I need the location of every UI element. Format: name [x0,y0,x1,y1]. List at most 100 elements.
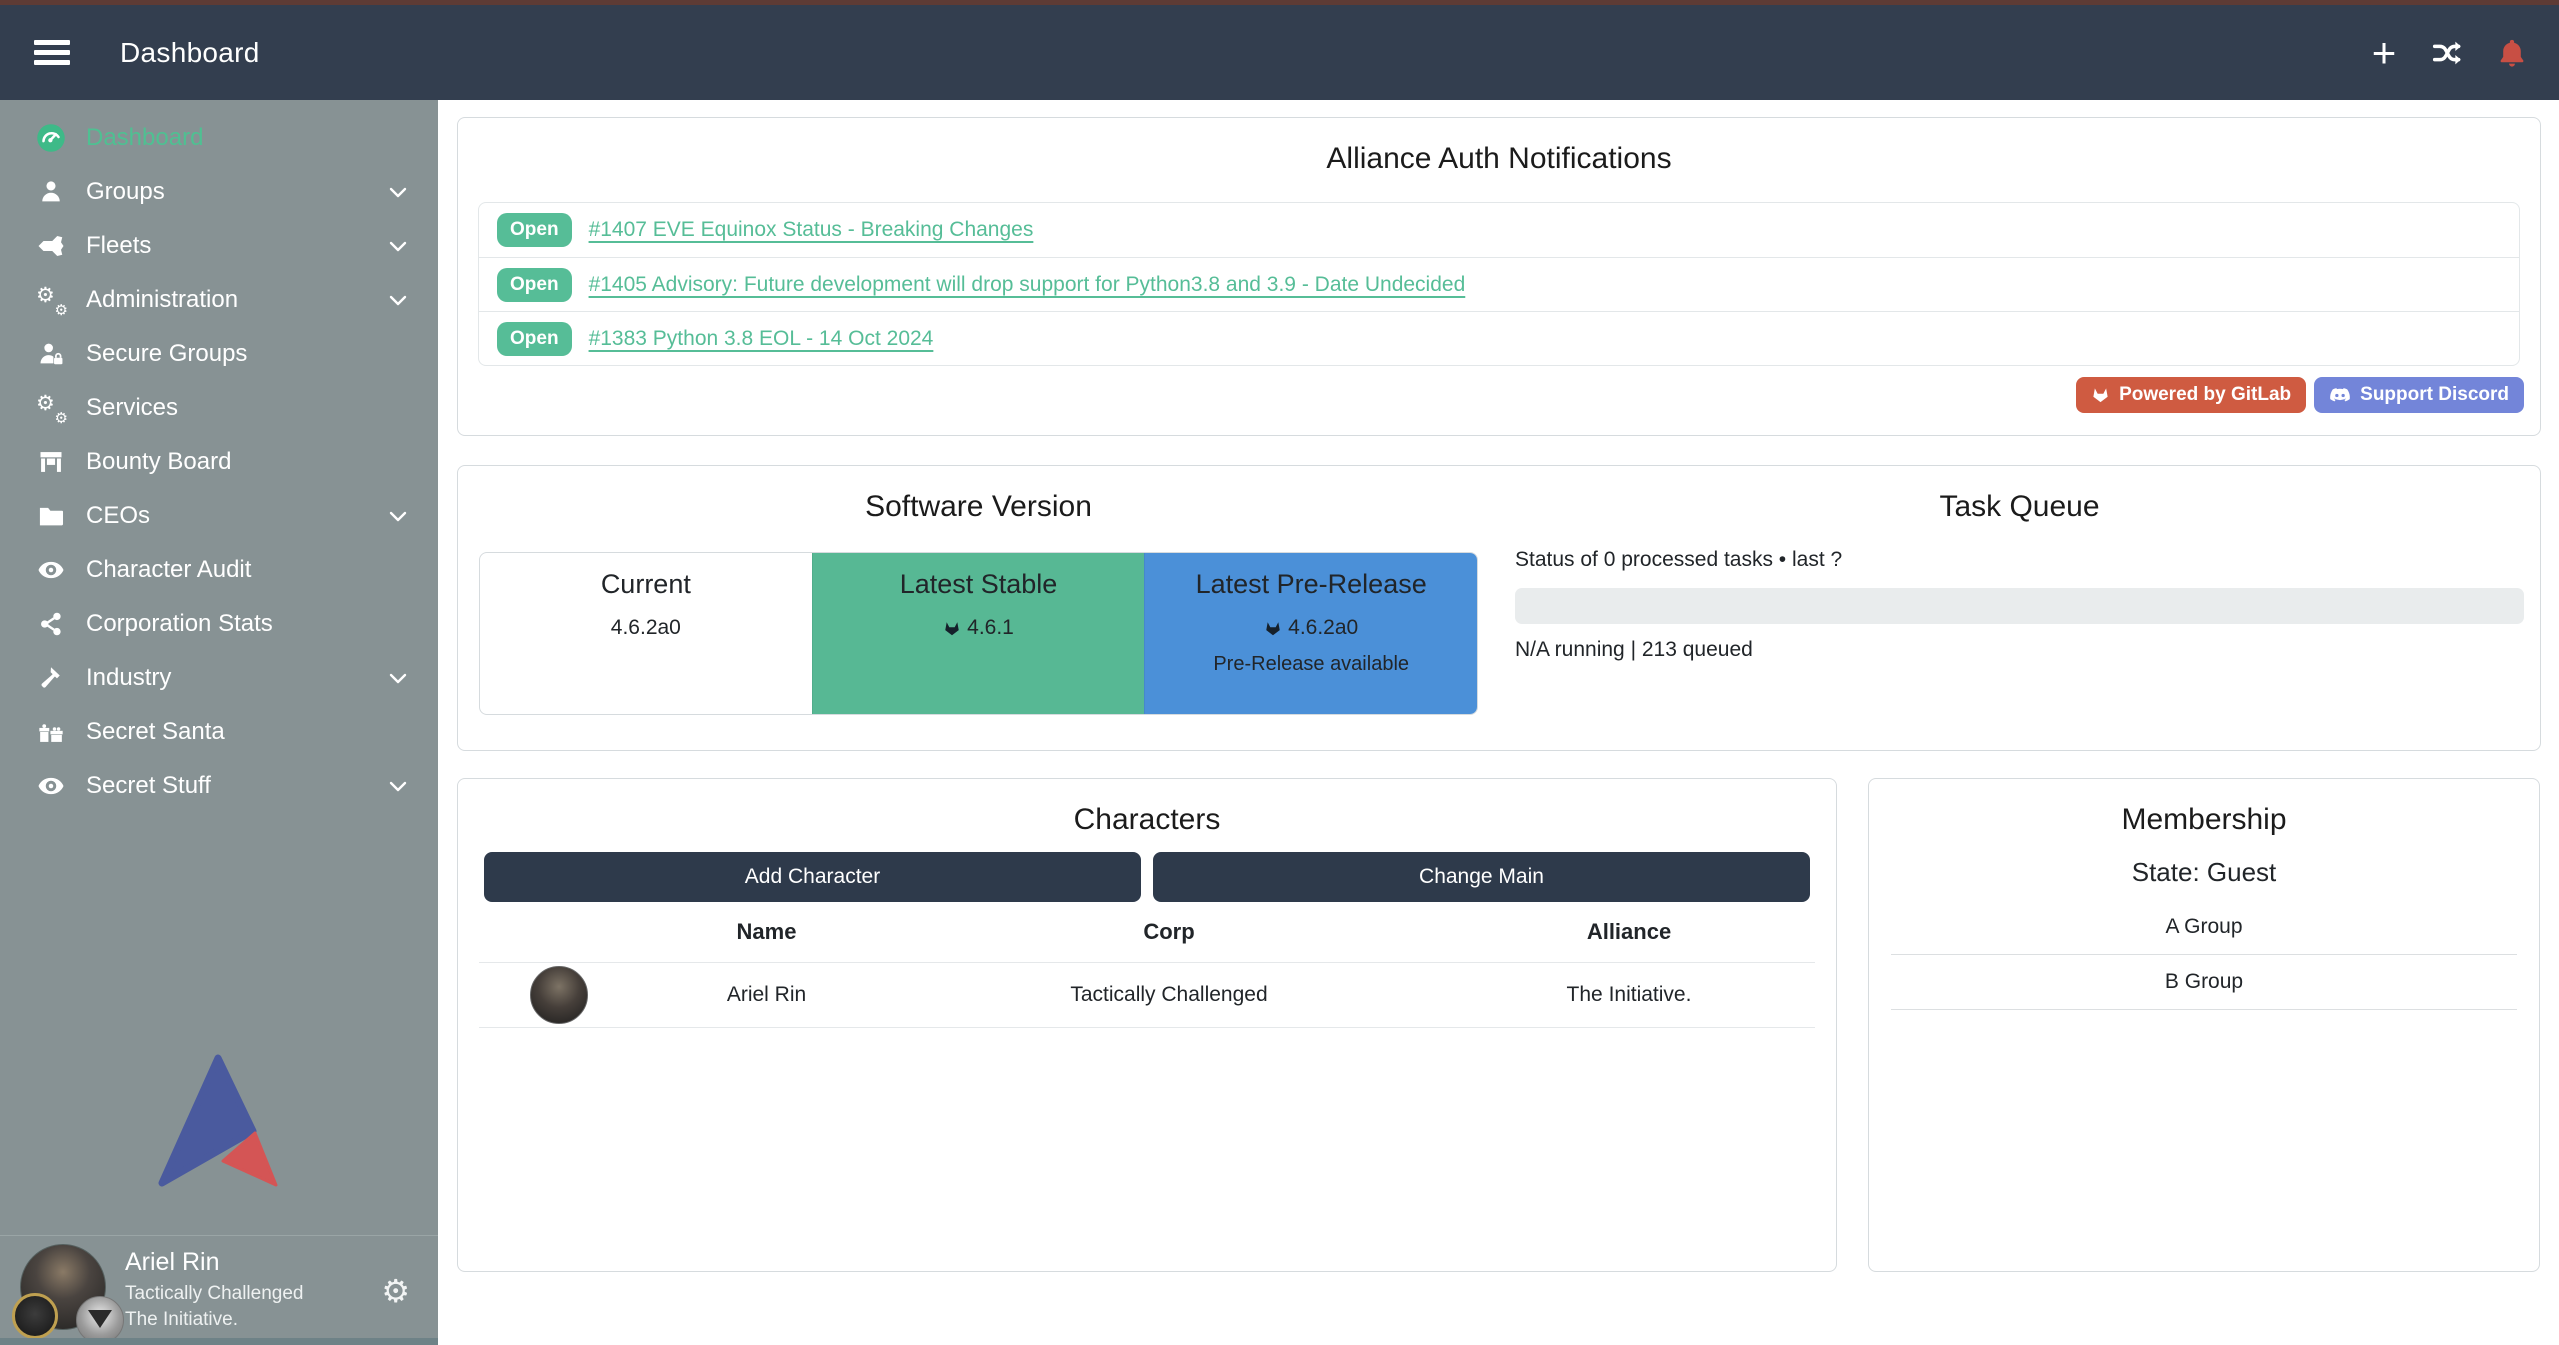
chevron-down-icon[interactable] [386,180,410,204]
notification-row: Open #1407 EVE Equinox Status - Breaking… [479,203,2519,257]
hammer-icon [30,664,72,692]
sidebar-item-character-audit[interactable]: Character Audit [0,543,438,597]
membership-card: Membership State: Guest A Group B Group [1868,778,2540,1272]
user-icon [30,178,72,206]
membership-title: Membership [1869,803,2539,837]
sidebar: Dashboard Groups Fleets [0,100,438,1345]
sidebar-item-secret-santa[interactable]: Secret Santa [0,705,438,759]
sidebar-bottom-scrollbar[interactable] [0,1338,438,1345]
characters-title: Characters [458,803,1836,837]
sidebar-item-label: Secure Groups [86,340,410,368]
add-icon[interactable]: + [2367,36,2401,70]
status-badge: Open [497,268,572,302]
sidebar-item-label: Bounty Board [86,448,410,476]
gears-icon: ⚙⚙ [30,287,72,313]
page-title: Dashboard [120,37,260,69]
powered-by-gitlab-badge[interactable]: Powered by GitLab [2076,377,2306,413]
version-cell-current: Current 4.6.2a0 [480,553,812,714]
task-queue-counts: N/A running | 213 queued [1515,638,2524,662]
ship-icon [30,231,72,261]
version-cell-prerelease: Latest Pre-Release 4.6.2a0 Pre-Release a… [1144,553,1477,714]
bell-icon[interactable] [2495,36,2529,70]
status-badge: Open [497,322,572,356]
gears-icon: ⚙⚙ [30,395,72,421]
sidebar-item-label: Secret Stuff [86,772,386,800]
gitlab-tanuki-icon [2091,386,2110,404]
sidebar-item-industry[interactable]: Industry [0,651,438,705]
chevron-down-icon[interactable] [386,666,410,690]
sidebar-item-label: Administration [86,286,386,314]
sidebar-item-corporation-stats[interactable]: Corporation Stats [0,597,438,651]
change-main-button[interactable]: Change Main [1153,852,1810,902]
user-settings-gear-icon[interactable]: ⚙ [381,1272,410,1310]
chevron-down-icon[interactable] [386,774,410,798]
list-item: B Group [1891,955,2517,1010]
notifications-list: Open #1407 EVE Equinox Status - Breaking… [478,202,2520,366]
sidebar-item-label: CEOs [86,502,386,530]
notification-link[interactable]: #1383 Python 3.8 EOL - 14 Oct 2024 [589,327,934,351]
character-corp: Tactically Challenged [894,983,1444,1007]
sidebar-item-label: Industry [86,664,386,692]
top-navbar: Dashboard + [0,5,2559,100]
sidebar-item-dashboard[interactable]: Dashboard [0,111,438,165]
notification-link[interactable]: #1407 EVE Equinox Status - Breaking Chan… [589,218,1034,242]
sidebar-item-label: Character Audit [86,556,410,584]
status-badge: Open [497,213,572,247]
gitlab-tanuki-icon [1264,620,1282,637]
character-alliance: The Initiative. [1444,983,1814,1007]
user-corp: Tactically Challenged [125,1283,304,1305]
character-name: Ariel Rin [639,983,894,1007]
sidebar-item-fleets[interactable]: Fleets [0,219,438,273]
header-alliance: Alliance [1444,919,1814,945]
notification-link[interactable]: #1405 Advisory: Future development will … [589,273,1466,297]
membership-groups-list: A Group B Group [1891,900,2517,1010]
list-item: A Group [1891,900,2517,955]
chevron-down-icon[interactable] [386,504,410,528]
version-taskqueue-card: Software Version Current 4.6.2a0 Latest … [457,465,2541,751]
notifications-title: Alliance Auth Notifications [458,142,2540,176]
gauge-icon [30,123,72,153]
store-icon [30,448,72,476]
sidebar-item-ceos[interactable]: CEOs [0,489,438,543]
sidebar-item-label: Dashboard [86,124,410,152]
task-queue-title: Task Queue [1499,490,2540,524]
characters-table: Name Corp Alliance Ariel Rin Tactically … [479,902,1815,1028]
user-panel: Ariel Rin Tactically Challenged The Init… [0,1235,438,1338]
header-corp: Corp [894,919,1444,945]
task-queue-status: Status of 0 processed tasks • last ? [1515,548,2524,572]
gifts-icon [30,718,72,746]
sidebar-item-services[interactable]: ⚙⚙ Services [0,381,438,435]
user-alliance: The Initiative. [125,1309,304,1331]
chevron-down-icon[interactable] [386,288,410,312]
characters-table-header: Name Corp Alliance [479,902,1815,962]
notification-row: Open #1405 Advisory: Future development … [479,257,2519,311]
user-lock-icon [30,340,72,368]
membership-state: State: Guest [1869,857,2539,888]
support-discord-badge[interactable]: Support Discord [2314,377,2524,413]
sidebar-item-secret-stuff[interactable]: Secret Stuff [0,759,438,813]
sidebar-item-administration[interactable]: ⚙⚙ Administration [0,273,438,327]
sidebar-item-secure-groups[interactable]: Secure Groups [0,327,438,381]
gitlab-tanuki-icon [943,620,961,637]
task-queue-panel: Task Queue Status of 0 processed tasks •… [1499,466,2540,750]
notifications-card: Alliance Auth Notifications Open #1407 E… [457,117,2541,436]
eye-icon [30,555,72,585]
folder-icon [30,502,72,530]
character-avatar [530,966,588,1024]
table-row: Ariel Rin Tactically Challenged The Init… [479,962,1815,1028]
shuffle-icon[interactable] [2431,36,2465,70]
chevron-down-icon[interactable] [386,234,410,258]
share-icon [30,611,72,637]
sidebar-item-bounty-board[interactable]: Bounty Board [0,435,438,489]
add-character-button[interactable]: Add Character [484,852,1141,902]
notification-row: Open #1383 Python 3.8 EOL - 14 Oct 2024 [479,311,2519,365]
sidebar-item-groups[interactable]: Groups [0,165,438,219]
menu-icon[interactable] [34,35,70,70]
version-cell-stable: Latest Stable 4.6.1 [812,553,1145,714]
sidebar-item-label: Services [86,394,410,422]
characters-card: Characters Add Character Change Main Nam… [457,778,1837,1272]
corp-logo [12,1293,58,1339]
user-name: Ariel Rin [125,1248,304,1277]
version-table: Current 4.6.2a0 Latest Stable 4.6.1 Late… [479,552,1478,715]
header-name: Name [639,919,894,945]
